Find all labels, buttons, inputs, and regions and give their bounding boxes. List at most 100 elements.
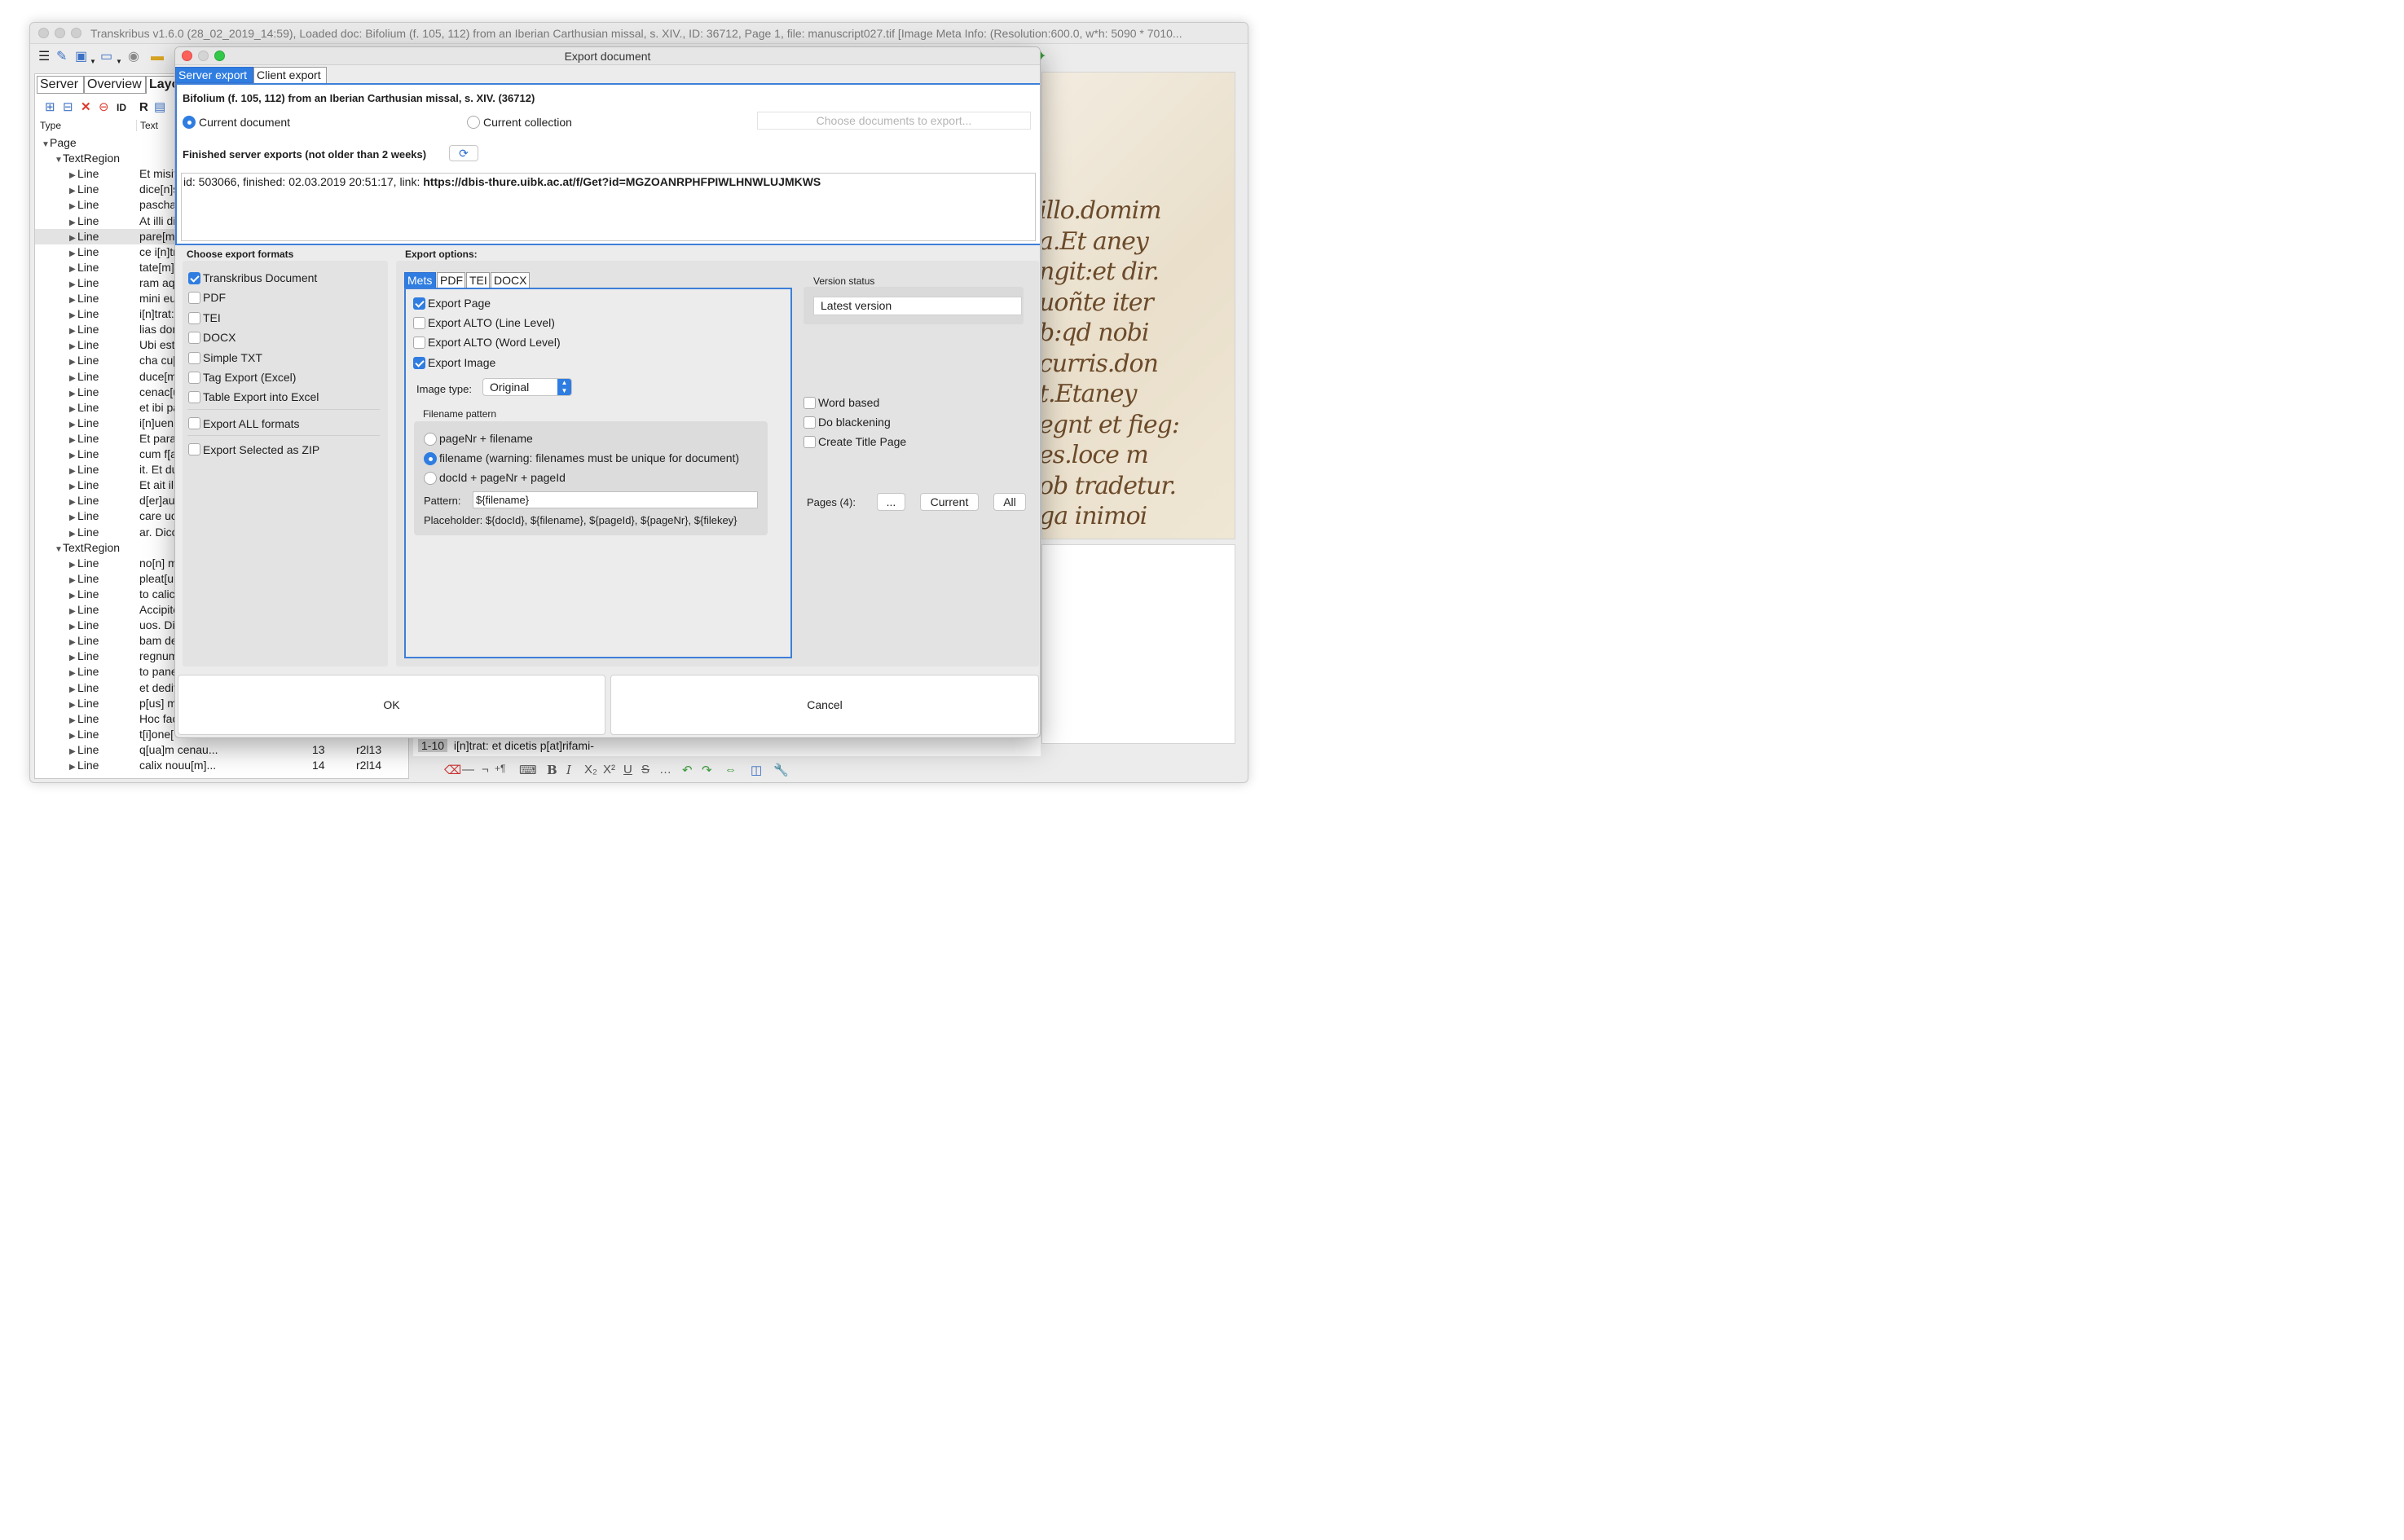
- remove-icon[interactable]: ⊖: [99, 100, 109, 115]
- export-alto-line-checkbox[interactable]: [413, 317, 425, 329]
- tab-client-export[interactable]: Client export: [253, 67, 327, 83]
- word-based-checkbox[interactable]: [804, 397, 816, 409]
- folder-icon[interactable]: ▬: [151, 50, 164, 64]
- current-collection-radio[interactable]: [467, 116, 480, 129]
- pen-icon[interactable]: ✎: [56, 50, 67, 64]
- column-text[interactable]: Text: [136, 120, 158, 131]
- eraser-icon[interactable]: ⌫: [444, 763, 461, 777]
- main-titlebar: Transkribus v1.6.0 (28_02_2019_14:59), L…: [30, 23, 1248, 44]
- format-checkbox[interactable]: [188, 372, 200, 384]
- layout-icon[interactable]: ▣: [75, 50, 87, 64]
- strikethrough-icon[interactable]: S: [641, 763, 649, 777]
- delete-icon[interactable]: ✕: [81, 100, 91, 115]
- tree-line-node[interactable]: ▶ Line q[ua]m cenau... 13 r2l13: [35, 742, 410, 758]
- export-page-checkbox[interactable]: [413, 297, 425, 310]
- bold-icon[interactable]: B: [547, 763, 557, 777]
- tab-server-export[interactable]: Server export: [175, 67, 253, 83]
- keyboard-icon[interactable]: ⌨: [519, 763, 537, 777]
- dash-icon[interactable]: —: [462, 763, 474, 777]
- tab-mets[interactable]: Mets: [404, 272, 436, 288]
- menu-icon[interactable]: ☰: [38, 50, 50, 64]
- transcription-line[interactable]: 1-10 i[n]trat: et dicetis p[at]rifami-: [413, 737, 1041, 756]
- tab-docx[interactable]: DOCX: [491, 272, 530, 288]
- tree-node-type: ▶ Line: [69, 556, 99, 573]
- version-status-label: Version status: [813, 275, 875, 287]
- format-checkbox[interactable]: [188, 292, 200, 305]
- pages-all-button[interactable]: All: [993, 493, 1026, 511]
- export-zip-label: Export Selected as ZIP: [203, 443, 320, 456]
- pattern-pagenr-filename-radio[interactable]: [424, 433, 437, 446]
- close-window-button[interactable]: [38, 28, 49, 38]
- maximize-window-button[interactable]: [71, 28, 81, 38]
- columns-icon[interactable]: ◫: [751, 763, 762, 777]
- paragraph-icon[interactable]: +¶: [495, 763, 505, 774]
- chevron-down-icon[interactable]: ▼: [90, 55, 96, 69]
- export-entry-info: id: 503066, finished: 02.03.2019 20:51:1…: [183, 175, 424, 188]
- pattern-docid-radio[interactable]: [424, 472, 437, 485]
- tab-layout[interactable]: Layo: [146, 76, 179, 94]
- format-checkbox[interactable]: [188, 272, 200, 284]
- current-document-radio[interactable]: [183, 116, 196, 129]
- tab-tei[interactable]: TEI: [466, 272, 490, 288]
- collapse-all-icon[interactable]: ⊟: [63, 100, 73, 115]
- pages-current-button[interactable]: Current: [920, 493, 979, 511]
- undo-icon[interactable]: ↶: [682, 763, 693, 777]
- format-checkbox[interactable]: [188, 351, 200, 364]
- more-icon[interactable]: …: [659, 763, 671, 777]
- info-icon[interactable]: ◉: [128, 50, 139, 64]
- monitor-icon[interactable]: ▭: [100, 50, 112, 64]
- id-icon[interactable]: ID: [117, 100, 126, 115]
- tree-node-label: Page: [50, 136, 77, 149]
- tree-node-type: ▶ Line: [69, 711, 99, 728]
- wrench-icon[interactable]: 🔧: [773, 763, 789, 777]
- format-checkbox[interactable]: [188, 332, 200, 345]
- italic-icon[interactable]: I: [566, 763, 571, 777]
- create-title-page-checkbox[interactable]: [804, 436, 816, 448]
- window-title: Transkribus v1.6.0 (28_02_2019_14:59), L…: [90, 27, 1182, 40]
- choose-documents-button[interactable]: Choose documents to export...: [757, 112, 1031, 130]
- not-sign-icon[interactable]: ¬: [482, 763, 489, 777]
- tab-pdf[interactable]: PDF: [437, 272, 465, 288]
- export-all-checkbox[interactable]: [188, 417, 200, 429]
- cancel-button[interactable]: Cancel: [610, 675, 1039, 735]
- redo-icon[interactable]: ↷: [702, 763, 712, 777]
- export-image-checkbox[interactable]: [413, 357, 425, 369]
- manuscript-image[interactable]: illo.domim a.Et aney ngit:et dir. uoñte ite…: [1041, 72, 1235, 539]
- superscript-icon[interactable]: X²: [603, 763, 615, 777]
- tree-node-type: ▶ Line: [69, 385, 99, 402]
- table-icon[interactable]: ▤: [154, 100, 165, 115]
- tree-node-type: ▶ Line: [69, 337, 99, 354]
- minimize-window-button[interactable]: [55, 28, 65, 38]
- manuscript-line: ob tradetur.: [1041, 471, 1177, 500]
- expand-all-icon[interactable]: ⊞: [45, 100, 55, 115]
- column-type[interactable]: Type: [40, 120, 61, 131]
- format-checkbox[interactable]: [188, 391, 200, 404]
- finished-exports-list[interactable]: id: 503066, finished: 02.03.2019 20:51:1…: [181, 173, 1036, 241]
- ok-button[interactable]: OK: [178, 675, 605, 735]
- tab-overview[interactable]: Overview: [84, 76, 146, 94]
- export-download-link[interactable]: https://dbis-thure.uibk.ac.at/f/Get?id=M…: [423, 175, 821, 188]
- export-alto-word-checkbox[interactable]: [413, 337, 425, 349]
- pages-more-button[interactable]: ...: [877, 493, 905, 511]
- tree-node-type: ▶ Line: [69, 244, 99, 262]
- do-blackening-checkbox[interactable]: [804, 416, 816, 429]
- export-zip-checkbox[interactable]: [188, 443, 200, 455]
- tree-line-node[interactable]: ▶ Line calix nouu[m]... 14 r2l14: [35, 758, 410, 773]
- refresh-button[interactable]: ⟳: [449, 145, 478, 161]
- chevron-down-icon[interactable]: ▼: [116, 55, 122, 69]
- format-label: DOCX: [203, 331, 236, 345]
- version-status-select[interactable]: Latest version: [813, 297, 1022, 315]
- export-all-label: Export ALL formats: [203, 417, 300, 430]
- collapsed-triangle-icon[interactable]: ▶: [69, 759, 77, 775]
- format-checkbox[interactable]: [188, 311, 200, 324]
- subscript-icon[interactable]: X₂: [584, 763, 597, 777]
- tree-node-type: ▶ Line: [69, 571, 99, 588]
- tree-node-type: ▶ Line: [69, 229, 99, 246]
- tab-server[interactable]: Server: [37, 76, 84, 94]
- swap-icon[interactable]: ⇔: [724, 763, 737, 777]
- pattern-filename-radio[interactable]: [424, 452, 437, 465]
- underline-icon[interactable]: U: [623, 763, 632, 777]
- pattern-input[interactable]: ${filename}: [473, 491, 758, 508]
- image-type-select[interactable]: Original ▲ ▼: [482, 378, 572, 396]
- reading-order-icon[interactable]: R: [139, 100, 148, 115]
